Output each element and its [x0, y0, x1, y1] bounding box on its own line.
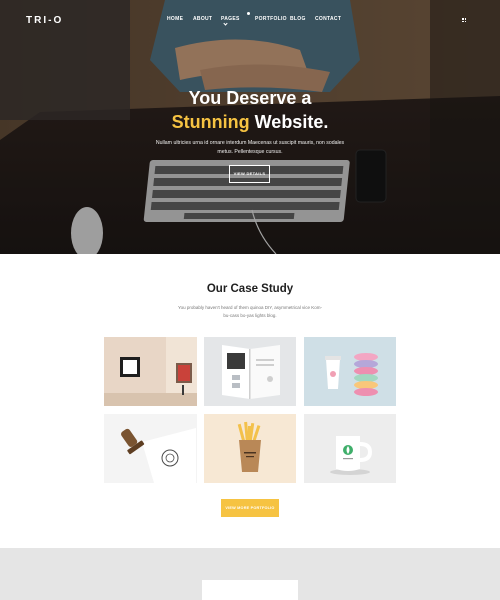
nav-blog[interactable]: BLOG — [290, 16, 306, 22]
nav-pages[interactable]: PAGES — [221, 16, 240, 28]
bottom-card — [202, 580, 298, 600]
portfolio-tile-stamp[interactable] — [104, 414, 197, 483]
portfolio-tile-open-book[interactable] — [204, 337, 296, 406]
case-study-subtitle: You probably haven't heard of them quino… — [178, 305, 322, 318]
view-more-portfolio-button[interactable]: VIEW MORE PORTFOLIO — [221, 499, 279, 517]
page: TRI-O HOME ABOUT PAGES PORTFOLIO BLOG CO… — [0, 0, 500, 600]
hero-title-line1: You Deserve a — [188, 88, 312, 108]
grid-menu-icon[interactable] — [462, 18, 466, 22]
mug-image — [304, 414, 396, 483]
open-book-image — [204, 337, 296, 406]
nav-home[interactable]: HOME — [167, 16, 183, 22]
portfolio-tile-mug[interactable] — [304, 414, 396, 483]
hero-title-rest: Website. — [249, 112, 329, 132]
fries-image — [204, 414, 296, 483]
site-logo[interactable]: TRI-O — [26, 15, 63, 26]
nav-contact[interactable]: CONTACT — [315, 16, 341, 22]
hero-subtitle: Nullam ultricies urna id ornare interdum… — [155, 140, 345, 155]
active-indicator-dot — [247, 12, 250, 15]
chevron-down-icon — [223, 21, 228, 26]
nav-about[interactable]: ABOUT — [193, 16, 212, 22]
nav-pages-label: PAGES — [221, 16, 240, 22]
top-navbar: TRI-O HOME ABOUT PAGES PORTFOLIO BLOG CO… — [0, 0, 500, 40]
portfolio-tile-fries[interactable] — [204, 414, 296, 483]
hero-title-accent: Stunning — [171, 112, 250, 132]
hero-title: You Deserve a Stunning Website. — [0, 86, 500, 134]
portfolio-tile-gallery-frame[interactable] — [104, 337, 197, 406]
hero-section: TRI-O HOME ABOUT PAGES PORTFOLIO BLOG CO… — [0, 0, 500, 254]
portfolio-tile-coffee-macarons[interactable] — [304, 337, 396, 406]
view-details-button[interactable]: VIEW DETAILS — [229, 165, 270, 183]
stamp-image — [104, 414, 197, 483]
nav-portfolio[interactable]: PORTFOLIO — [255, 16, 287, 22]
gallery-frame-image — [104, 337, 197, 406]
case-study-title: Our Case Study — [206, 283, 294, 295]
coffee-macarons-image — [304, 337, 396, 406]
